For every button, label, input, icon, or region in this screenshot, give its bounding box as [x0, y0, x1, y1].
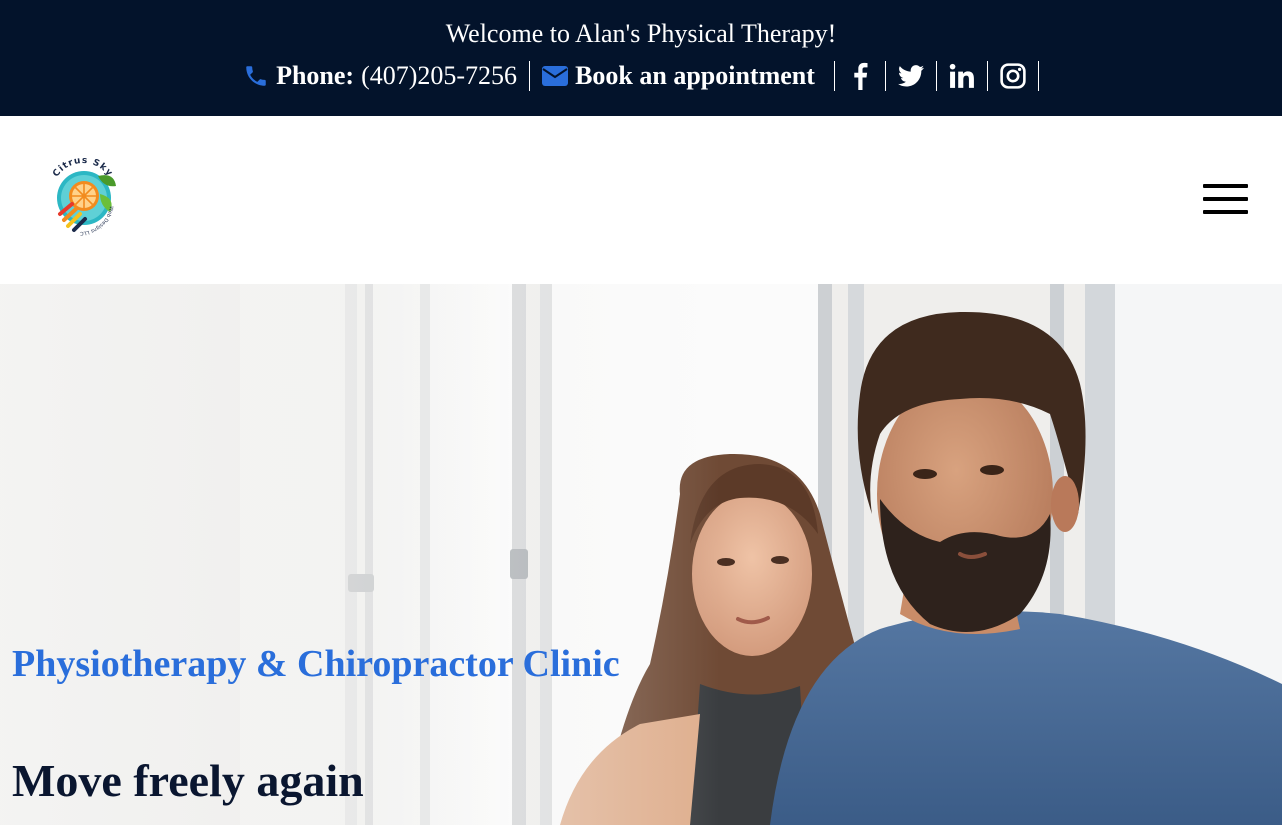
hamburger-menu-button[interactable] [1203, 184, 1248, 214]
linkedin-link[interactable] [937, 61, 988, 91]
phone-icon [243, 63, 269, 89]
top-bar: Welcome to Alan's Physical Therapy! Phon… [0, 0, 1282, 116]
welcome-message: Welcome to Alan's Physical Therapy! [445, 19, 837, 48]
phone-number: (407)205-7256 [361, 61, 518, 90]
citrus-sky-logo[interactable]: Citrus Sky Web Designs LLC [40, 154, 126, 240]
hero-subtitle: Physiotherapy & Chiropractor Clinic [12, 643, 620, 685]
site-header: Citrus Sky Web Designs LLC [0, 116, 1282, 284]
facebook-link[interactable] [835, 61, 886, 91]
facebook-icon [854, 62, 868, 90]
phone-link[interactable]: Phone: (407)205-7256 [243, 61, 531, 91]
twitter-icon [897, 65, 924, 87]
twitter-link[interactable] [886, 61, 937, 91]
linkedin-icon [949, 63, 974, 88]
instagram-icon [1000, 63, 1026, 89]
book-appointment-link[interactable]: Book an appointment [530, 61, 835, 91]
envelope-icon [542, 65, 569, 87]
hero-banner: Physiotherapy & Chiropractor Clinic Move… [0, 284, 1282, 825]
hero-headline: Move freely again [12, 755, 364, 806]
contact-row: Phone: (407)205-7256 Book an appointment [0, 58, 1282, 94]
book-appointment-label: Book an appointment [575, 61, 815, 90]
instagram-link[interactable] [988, 61, 1039, 91]
phone-label: Phone: [276, 61, 355, 90]
hero-photo [0, 284, 1282, 825]
